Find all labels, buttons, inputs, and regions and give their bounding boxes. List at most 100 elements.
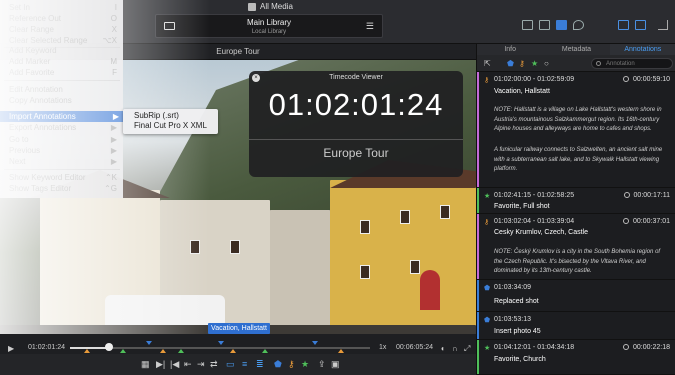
set-in-icon[interactable]: ⇤: [184, 359, 192, 370]
menu-label: Set In: [9, 3, 30, 12]
umbrella: [420, 270, 440, 310]
timecode-viewer-title: Timecode Viewer: [329, 74, 383, 81]
left-panel-toggle-icon[interactable]: [618, 20, 629, 30]
set-out-icon[interactable]: ⇥: [197, 359, 205, 370]
annotation-item[interactable]: ★ 01:04:12:01 - 01:04:34:18 00:00:22:18 …: [477, 340, 675, 375]
submenu-item-subrip[interactable]: SubRip (.srt): [123, 111, 218, 121]
annotation-note: A funicular railway connects to Salzwelt…: [494, 147, 663, 172]
annotation-item[interactable]: ★ 01:02:41:15 - 01:02:58:25 00:00:17:11 …: [477, 188, 675, 214]
text-icon[interactable]: ≣: [256, 359, 264, 370]
marker-blue[interactable]: [218, 341, 224, 345]
key-filter-icon[interactable]: ⚷: [519, 59, 525, 68]
clear-range-icon[interactable]: ⇄: [210, 359, 218, 370]
menu-item-reference-out[interactable]: Reference Out O: [9, 13, 121, 24]
library-selector[interactable]: Main Library Local Library ☰: [155, 14, 383, 38]
menu-shortcut: ⌃K: [104, 173, 117, 182]
menu-item-add-marker[interactable]: Add Marker M: [9, 56, 121, 67]
key-icon[interactable]: ⚷: [288, 359, 295, 370]
marker-green[interactable]: [178, 349, 184, 353]
menu-item-show-tags-editor[interactable]: Show Tags Editor ⌃G: [9, 183, 121, 194]
tab-metadata[interactable]: Metadata: [543, 44, 609, 55]
annotation-item[interactable]: ⬟ 01:03:34:09 Replaced shot: [477, 280, 675, 312]
menu-shortcut: I: [114, 3, 117, 12]
step-forward-icon[interactable]: ▶|: [156, 359, 165, 370]
annotation-range: 01:02:00:00 - 01:02:59:09: [494, 76, 575, 83]
marker-icon[interactable]: ⬟: [274, 359, 282, 370]
submenu-arrow-icon: ▶: [110, 157, 117, 166]
list-icon[interactable]: ☰: [366, 21, 374, 32]
menu-item-next[interactable]: Next ▶: [9, 156, 121, 167]
menu-label: Add Marker: [9, 57, 51, 66]
filmstrip-icon[interactable]: ▦: [141, 359, 150, 370]
annotation-icon[interactable]: ▭: [226, 359, 235, 370]
share-icon[interactable]: ⇪: [318, 359, 326, 370]
context-menu: Set In I Reference Out O Clear Range X Clea…: [0, 0, 123, 198]
marker-orange[interactable]: [230, 349, 236, 353]
go-start-icon[interactable]: |◀: [170, 359, 179, 370]
annotation-color-bar: [477, 340, 479, 374]
star-icon[interactable]: ★: [301, 359, 309, 370]
panel-toggle-group: [618, 20, 646, 30]
search-input[interactable]: Annotation: [591, 58, 673, 69]
filmstrip-view-icon[interactable]: [556, 20, 567, 30]
list-view-icon[interactable]: [539, 20, 550, 30]
menu-item-go-to[interactable]: Go to ▶: [9, 134, 121, 145]
duration-text: 00:00:17:11: [633, 192, 670, 199]
menu-item-edit-annotation[interactable]: Edit Annotation: [9, 84, 121, 95]
menu-item-import-annotations[interactable]: Import Annotations ▶: [0, 111, 123, 122]
marker-blue[interactable]: [146, 341, 152, 345]
clock-icon: [623, 192, 630, 198]
breadcrumb[interactable]: All Media: [248, 2, 293, 11]
fullscreen-icon[interactable]: ⤢: [464, 344, 470, 354]
menu-item-clear-range[interactable]: Clear Range X: [9, 24, 121, 35]
marker-green[interactable]: [120, 349, 126, 353]
annotation-item[interactable]: ⚷ 01:02:00:00 - 01:02:59:09 00:00:59:10 …: [477, 72, 675, 188]
annotation-range: 01:03:02:04 - 01:03:39:04: [494, 218, 575, 225]
submenu-arrow-icon: ▶: [112, 112, 119, 121]
annotation-duration: 00:00:37:01: [623, 218, 670, 225]
window: [440, 205, 450, 219]
scrubber-track[interactable]: [70, 347, 370, 349]
sort-icon[interactable]: [658, 20, 668, 30]
menu-item-copy-annotations[interactable]: Copy Annotations: [9, 95, 121, 106]
marker-orange[interactable]: [160, 349, 166, 353]
grid-view-icon[interactable]: [522, 20, 533, 30]
map-pin-icon[interactable]: [573, 20, 584, 30]
inspector-tabs: Info Metadata Annotations: [477, 44, 675, 55]
annotation-item[interactable]: ⚷ 01:03:02:04 - 01:03:39:04 00:00:37:01 …: [477, 214, 675, 280]
export-icon[interactable]: ⇱: [484, 59, 491, 68]
marker-blue[interactable]: [312, 341, 318, 345]
star-filter-icon[interactable]: ★: [531, 59, 538, 68]
play-icon[interactable]: ▶: [8, 344, 14, 353]
annotation-range: 01:03:53:13: [494, 316, 531, 323]
annotation-color-bar: [477, 214, 479, 279]
volume-icon[interactable]: ◖: [440, 344, 445, 353]
marker-orange[interactable]: [338, 349, 344, 353]
marker-green[interactable]: [262, 349, 268, 353]
menu-item-add-favorite[interactable]: Add Favorite F: [9, 67, 121, 78]
menu-item-show-keyword-editor[interactable]: Show Keyword Editor ⌃K: [9, 172, 121, 183]
window: [360, 220, 370, 234]
clock-icon: [623, 76, 630, 82]
annotation-item[interactable]: ⬟ 01:03:53:13 Insert photo 45: [477, 312, 675, 340]
right-panel-toggle-icon[interactable]: [635, 20, 646, 30]
audio-icon[interactable]: ∩: [452, 344, 458, 353]
submenu-item-fcpx-xml[interactable]: Final Cut Pro X XML: [123, 121, 218, 131]
scrubber-handle[interactable]: [105, 343, 113, 351]
align-icon[interactable]: ≡: [242, 359, 247, 369]
marker-orange[interactable]: [84, 349, 90, 353]
annotation-color-bar: [477, 188, 479, 213]
circle-filter-icon[interactable]: ○: [544, 59, 549, 68]
menu-item-set-in[interactable]: Set In I: [9, 2, 121, 13]
menu-label: Next: [9, 157, 26, 166]
menu-item-previous[interactable]: Previous ▶: [9, 145, 121, 156]
image-icon[interactable]: ▣: [331, 359, 340, 370]
menu-item-export-annotations[interactable]: Export Annotations ▶: [9, 122, 121, 133]
menu-label: Previous: [9, 146, 41, 155]
tab-info[interactable]: Info: [477, 44, 543, 55]
playback-speed[interactable]: 1x: [379, 344, 386, 351]
menu-shortcut: ⌃G: [104, 184, 117, 193]
marker-filter-icon[interactable]: ⬟: [507, 59, 514, 68]
menu-item-add-keyword[interactable]: Add Keyword: [9, 45, 121, 56]
tab-annotations[interactable]: Annotations: [609, 44, 675, 55]
